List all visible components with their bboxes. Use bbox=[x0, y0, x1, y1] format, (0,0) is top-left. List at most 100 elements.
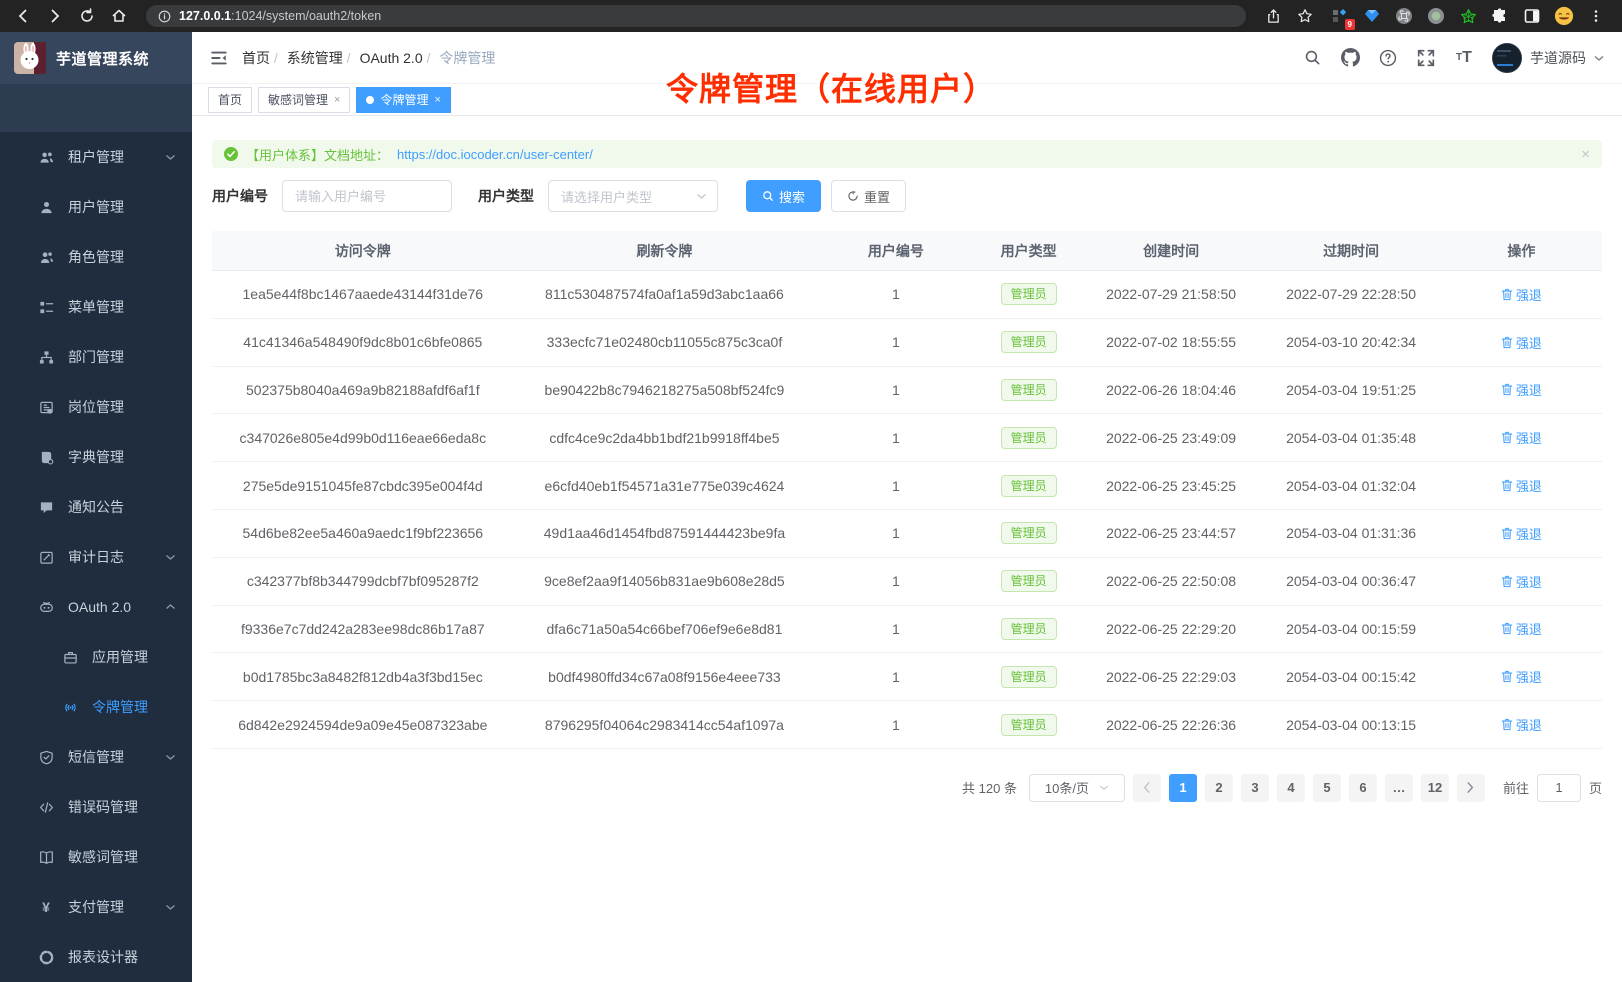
tab[interactable]: 首页 bbox=[208, 87, 252, 113]
table-header-cell: 操作 bbox=[1441, 241, 1602, 261]
sidebar-item[interactable]: 报表设计器 bbox=[0, 932, 192, 982]
trash-icon bbox=[1501, 527, 1513, 540]
help-icon[interactable] bbox=[1378, 48, 1398, 68]
collapse-sidebar-icon[interactable] bbox=[210, 49, 228, 67]
audit-icon bbox=[38, 549, 54, 565]
force-logout-button[interactable]: 强退 bbox=[1501, 285, 1542, 304]
record-circle-icon[interactable] bbox=[1426, 6, 1446, 26]
reset-refresh-icon bbox=[847, 190, 859, 202]
trash-icon bbox=[1501, 288, 1513, 301]
table-row: 502375b8040a469a9b82188afdf6af1f be90422… bbox=[212, 367, 1602, 415]
force-logout-button[interactable]: 强退 bbox=[1501, 428, 1542, 447]
cell-access-token: 502375b8040a469a9b82188afdf6af1f bbox=[212, 382, 514, 398]
sidebar-item[interactable]: 应用管理 bbox=[0, 632, 192, 682]
search-icon[interactable] bbox=[1302, 48, 1322, 68]
prev-page-button[interactable] bbox=[1133, 774, 1161, 802]
sidebar-item[interactable]: 角色管理 bbox=[0, 232, 192, 282]
alert-text: 【用户体系】文档地址： bbox=[246, 145, 389, 164]
sidebar-item[interactable]: 部门管理 bbox=[0, 332, 192, 382]
page-button[interactable]: 6 bbox=[1349, 774, 1377, 802]
goto-page-input[interactable] bbox=[1537, 774, 1581, 802]
fullscreen-icon[interactable] bbox=[1416, 48, 1436, 68]
sidebar-item[interactable]: 菜单管理 bbox=[0, 282, 192, 332]
sidebar-item[interactable]: 用户管理 bbox=[0, 182, 192, 232]
sidebar-item-label: 通知公告 bbox=[68, 497, 176, 517]
sidebar-item[interactable]: 租户管理 bbox=[0, 132, 192, 182]
force-logout-button[interactable]: 强退 bbox=[1501, 333, 1542, 352]
breadcrumb-item[interactable]: 首页 bbox=[242, 50, 270, 66]
forward-icon[interactable] bbox=[42, 3, 68, 29]
trash-icon bbox=[1501, 718, 1513, 731]
home-icon[interactable] bbox=[106, 3, 132, 29]
tab[interactable]: 令牌管理 × bbox=[356, 87, 450, 113]
overflow-menu-icon[interactable] bbox=[1586, 6, 1606, 26]
user-type-select[interactable]: 请选择用户类型 bbox=[548, 180, 718, 212]
table-row: c342377bf8b344799dcbf7bf095287f2 9ce8ef2… bbox=[212, 558, 1602, 606]
cell-user-id: 1 bbox=[815, 669, 976, 685]
force-logout-button[interactable]: 强退 bbox=[1501, 524, 1542, 543]
tab-close-icon[interactable]: × bbox=[334, 94, 340, 106]
puzzle-icon[interactable] bbox=[1490, 6, 1510, 26]
bookmark-star-icon[interactable] bbox=[1292, 3, 1318, 29]
breadcrumb-item[interactable]: 系统管理 bbox=[287, 50, 343, 66]
share-icon[interactable] bbox=[1260, 3, 1286, 29]
user-menu[interactable]: 芋道源码 bbox=[1492, 43, 1604, 73]
page-button[interactable]: 5 bbox=[1313, 774, 1341, 802]
info-icon[interactable] bbox=[158, 10, 171, 23]
force-logout-button[interactable]: 强退 bbox=[1501, 572, 1542, 591]
cell-expire-time: 2022-07-29 22:28:50 bbox=[1261, 286, 1440, 302]
app-logo-row[interactable]: 芋道管理系统 bbox=[0, 32, 192, 84]
alert-close-icon[interactable]: × bbox=[1581, 147, 1590, 162]
sidebar-panel-icon[interactable] bbox=[1522, 6, 1542, 26]
profile-smiley-icon[interactable] bbox=[1554, 6, 1574, 26]
back-icon[interactable] bbox=[10, 3, 36, 29]
page-button[interactable]: 2 bbox=[1205, 774, 1233, 802]
page-ellipsis[interactable]: … bbox=[1385, 774, 1413, 802]
reset-button[interactable]: 重置 bbox=[831, 180, 906, 212]
gem-icon[interactable] bbox=[1362, 6, 1382, 26]
page-button[interactable]: 4 bbox=[1277, 774, 1305, 802]
page-button[interactable]: 1 bbox=[1169, 774, 1197, 802]
sidebar-item[interactable]: 错误码管理 bbox=[0, 782, 192, 832]
cell-refresh-token: 333ecfc71e02480cb11055c875c3ca0f bbox=[514, 334, 816, 350]
tab-close-icon[interactable]: × bbox=[434, 94, 440, 106]
search-button[interactable]: 搜索 bbox=[746, 180, 821, 212]
doc-link[interactable]: https://doc.iocoder.cn/user-center/ bbox=[397, 147, 593, 162]
sidebar-item-label: 角色管理 bbox=[68, 247, 176, 267]
sidebar-item-label: 支付管理 bbox=[68, 897, 151, 917]
cell-refresh-token: 8796295f04064c2983414cc54af1097a bbox=[514, 717, 816, 733]
next-page-button[interactable] bbox=[1457, 774, 1485, 802]
trash-icon bbox=[1501, 479, 1513, 492]
tab[interactable]: 敏感词管理 × bbox=[258, 87, 350, 113]
sidebar-item[interactable]: 令牌管理 bbox=[0, 682, 192, 732]
extensions-grid-icon[interactable]: 9 bbox=[1330, 6, 1350, 26]
sidebar-item[interactable]: 短信管理 bbox=[0, 732, 192, 782]
sidebar-item[interactable]: 通知公告 bbox=[0, 482, 192, 532]
filter-form: 用户编号 用户类型 请选择用户类型 搜索 重置 bbox=[212, 180, 1602, 212]
force-logout-button[interactable]: 强退 bbox=[1501, 476, 1542, 495]
command-circle-icon[interactable] bbox=[1394, 6, 1414, 26]
force-logout-button[interactable]: 强退 bbox=[1501, 667, 1542, 686]
sidebar-item[interactable]: 岗位管理 bbox=[0, 382, 192, 432]
sidebar-item-label: 短信管理 bbox=[68, 747, 151, 767]
page-size-select[interactable]: 10条/页 bbox=[1029, 774, 1125, 802]
github-icon[interactable] bbox=[1340, 48, 1360, 68]
sidebar-item[interactable]: 敏感词管理 bbox=[0, 832, 192, 882]
sidebar-item[interactable]: ¥ 支付管理 bbox=[0, 882, 192, 932]
sidebar-item[interactable]: 审计日志 bbox=[0, 532, 192, 582]
breadcrumb-item[interactable]: OAuth 2.0 bbox=[360, 50, 423, 66]
force-logout-button[interactable]: 强退 bbox=[1501, 619, 1542, 638]
user-id-input[interactable] bbox=[282, 180, 452, 212]
cell-access-token: 1ea5e44f8bc1467aaede43144f31de76 bbox=[212, 286, 514, 302]
force-logout-button[interactable]: 强退 bbox=[1501, 380, 1542, 399]
url-bar[interactable]: 127.0.0.1:1024/system/oauth2/token bbox=[146, 5, 1246, 27]
fontsize-icon[interactable]: TT bbox=[1454, 48, 1474, 68]
green-star-icon[interactable] bbox=[1458, 6, 1478, 26]
sidebar-item[interactable]: 字典管理 bbox=[0, 432, 192, 482]
page-button[interactable]: 12 bbox=[1421, 774, 1449, 802]
refresh-icon[interactable] bbox=[74, 3, 100, 29]
cell-expire-time: 2054-03-04 01:31:36 bbox=[1261, 525, 1440, 541]
force-logout-button[interactable]: 强退 bbox=[1501, 715, 1542, 734]
sidebar-item[interactable]: OAuth 2.0 bbox=[0, 582, 192, 632]
page-button[interactable]: 3 bbox=[1241, 774, 1269, 802]
